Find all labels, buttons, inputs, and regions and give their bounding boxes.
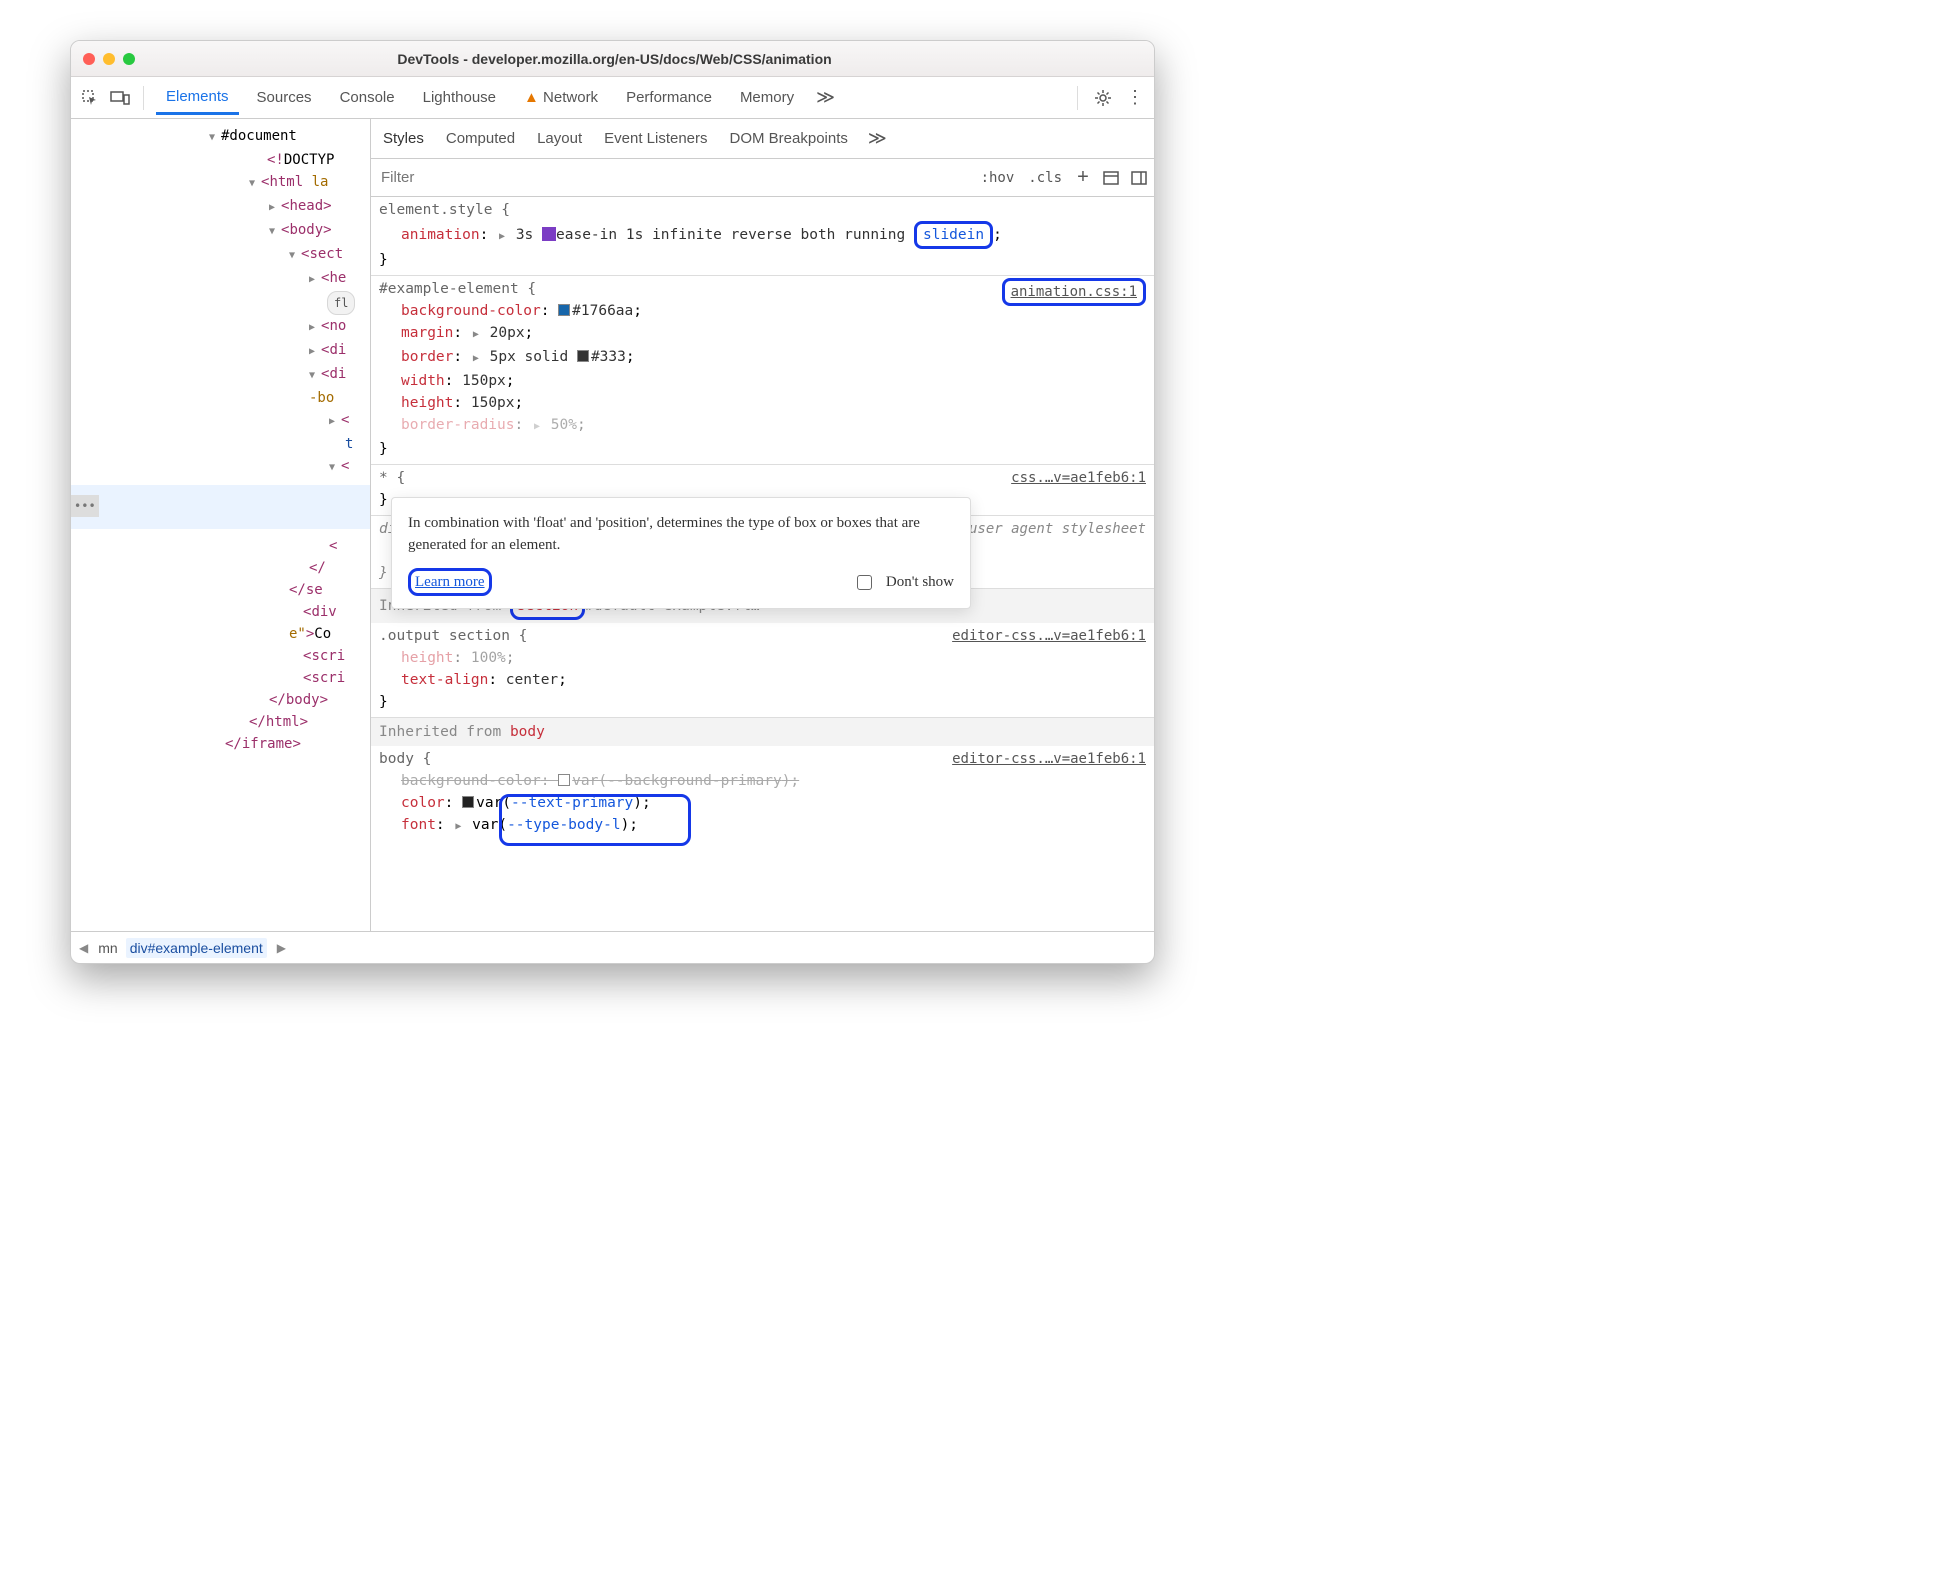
easing-icon[interactable] [542,227,556,241]
new-rule-icon[interactable]: + [1072,167,1094,189]
main-split: ▼#document <!DOCTYP ▼<html la ▶<head> ▼<… [71,119,1154,931]
highlight-learn-more: Learn more [408,568,492,596]
device-icon[interactable] [109,87,131,109]
styles-tabs: Styles Computed Layout Event Listeners D… [371,119,1154,159]
warning-icon: ▲ [524,89,539,106]
rules-list: element.style { animation: ▶ 3s ease-in … [371,197,1154,931]
minimize-dot[interactable] [103,53,115,65]
close-dot[interactable] [83,53,95,65]
settings-icon[interactable] [1092,87,1114,109]
stab-event-listeners[interactable]: Event Listeners [602,122,709,155]
devtools-window: DevTools - developer.mozilla.org/en-US/d… [70,40,1155,964]
tab-elements[interactable]: Elements [156,80,239,115]
traffic-lights [83,53,135,65]
tab-sources[interactable]: Sources [247,81,322,114]
window-title: DevTools - developer.mozilla.org/en-US/d… [143,51,1086,67]
keyframe-link[interactable]: slidein [923,227,984,243]
styles-more-icon[interactable]: ≫ [868,128,887,149]
learn-more-link[interactable]: Learn more [415,574,485,590]
stab-styles[interactable]: Styles [381,122,426,155]
titlebar: DevTools - developer.mozilla.org/en-US/d… [71,41,1154,77]
rule-output-section[interactable]: editor-css.…v=ae1feb6:1 .output section … [371,623,1154,718]
dont-show-label: Don't show [886,571,954,593]
crumb-right-icon[interactable]: ▶ [275,941,288,955]
hov-toggle[interactable]: :hov [977,168,1019,188]
main-toolbar: Elements Sources Console Lighthouse ▲ Ne… [71,77,1154,119]
tab-network[interactable]: ▲ Network [514,81,608,114]
crumb-left-icon[interactable]: ◀ [77,941,90,955]
inspect-icon[interactable] [79,87,101,109]
tab-memory[interactable]: Memory [730,81,804,114]
crumb-item[interactable]: mn [98,940,117,956]
highlight-slidein: slidein [914,221,993,249]
source-link-body[interactable]: editor-css.…v=ae1feb6:1 [952,748,1146,770]
flex-badge[interactable]: fl [327,291,355,315]
filter-input[interactable] [377,169,971,186]
property-tooltip: In combination with 'float' and 'positio… [391,497,971,609]
tab-lighthouse[interactable]: Lighthouse [413,81,506,114]
source-link-os[interactable]: editor-css.…v=ae1feb6:1 [952,625,1146,647]
dont-show-checkbox[interactable] [857,575,872,590]
computed-panel-icon[interactable] [1100,167,1122,189]
dom-tree[interactable]: ▼#document <!DOCTYP ▼<html la ▶<head> ▼<… [71,119,371,931]
filter-row: :hov .cls + [371,159,1154,197]
stab-layout[interactable]: Layout [535,122,584,155]
stab-dom-breakpoints[interactable]: DOM Breakpoints [728,122,850,155]
inherited-body-header: Inherited from body [371,718,1154,746]
cls-toggle[interactable]: .cls [1024,168,1066,188]
styles-panel: Styles Computed Layout Event Listeners D… [371,119,1154,931]
rule-element-style[interactable]: element.style { animation: ▶ 3s ease-in … [371,197,1154,276]
tab-performance[interactable]: Performance [616,81,722,114]
tab-console[interactable]: Console [330,81,405,114]
breadcrumb: ◀ mn div#example-element ▶ [71,931,1154,963]
crumb-selected[interactable]: div#example-element [126,938,267,958]
zoom-dot[interactable] [123,53,135,65]
kebab-menu-icon[interactable]: ⋮ [1124,87,1146,109]
source-link-star[interactable]: css.…v=ae1feb6:1 [1011,467,1146,489]
stab-computed[interactable]: Computed [444,122,517,155]
more-tabs-icon[interactable]: ≫ [812,87,839,108]
tooltip-text: In combination with 'float' and 'positio… [408,512,954,556]
rule-body[interactable]: editor-css.…v=ae1feb6:1 body { backgroun… [371,746,1154,842]
ua-label: user agent stylesheet [969,518,1146,540]
rule-example-element[interactable]: animation.css:1 #example-element { backg… [371,276,1154,465]
source-link[interactable]: animation.css:1 [1011,284,1137,300]
toggle-sidebar-icon[interactable] [1128,167,1150,189]
highlight-source: animation.css:1 [1002,278,1146,306]
